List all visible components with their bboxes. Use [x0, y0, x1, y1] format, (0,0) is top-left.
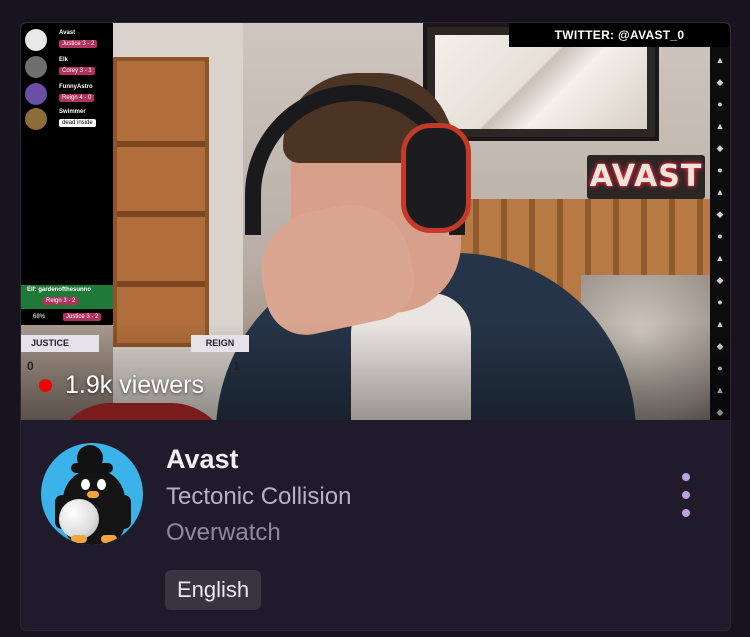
team-icon: ▲	[715, 121, 725, 131]
more-options-button[interactable]	[671, 471, 701, 521]
game-name[interactable]: Overwatch	[166, 519, 281, 547]
neon-sign: AVAST	[587, 155, 705, 199]
team-icon: ◆	[716, 143, 724, 153]
viewer-count: 1.9k viewers	[39, 371, 204, 400]
channel-avatar[interactable]	[41, 443, 143, 545]
headphones-earcup	[401, 123, 471, 233]
team-icon: ▲	[715, 55, 725, 65]
party-member-team: Reign 4 - 0	[59, 94, 95, 102]
bookshelf	[113, 57, 209, 347]
team-left-label: JUSTICE	[21, 335, 99, 352]
party-member-status: dead inside	[59, 119, 96, 127]
stream-overlay-party: Avast Justice 3 - 2 Elk Corey 3 - 1 Funn…	[21, 23, 113, 325]
penguin-belly	[59, 499, 99, 539]
team-right-score: 1	[233, 359, 240, 373]
team-icon: ◆	[716, 209, 724, 219]
party-member-name: FunnyAstro	[59, 84, 93, 90]
team-icon: ◆	[716, 77, 724, 87]
more-dot-icon	[682, 473, 690, 481]
team-icon: ▲	[715, 253, 725, 263]
party-member-team: Corey 3 - 1	[59, 67, 95, 75]
stream-title[interactable]: Tectonic Collision	[166, 483, 351, 511]
more-dot-icon	[682, 509, 690, 517]
channel-name[interactable]: Avast	[166, 444, 239, 475]
team-left-score: 0	[27, 359, 34, 373]
party-member-name: Elk	[59, 57, 69, 63]
party-avatar	[25, 83, 47, 105]
party-avatar	[25, 56, 47, 78]
twitter-banner: TWITTER: @AVAST_0	[509, 23, 730, 47]
more-dot-icon	[682, 491, 690, 499]
team-icon: ●	[717, 165, 723, 175]
stream-card[interactable]: AVAST Avast Justice 3 - 2 Elk Corey 3 - …	[20, 22, 731, 631]
party-member-name: Avast	[59, 30, 76, 36]
team-right-label: REIGN	[191, 335, 249, 352]
stream-thumbnail[interactable]: AVAST Avast Justice 3 - 2 Elk Corey 3 - …	[21, 23, 730, 420]
party-member-team: Justice 3 - 2	[59, 40, 98, 48]
elimination-team: Reign 3 - 2	[43, 297, 79, 305]
party-avatar	[25, 29, 47, 51]
live-indicator-icon	[39, 379, 52, 392]
elimination-text: Elf: gardenofthesunno	[27, 287, 91, 293]
party-avatar	[25, 108, 47, 130]
team-icon: ◆	[716, 275, 724, 285]
language-tag[interactable]: English	[165, 570, 262, 610]
party-member-name: Swimmer	[59, 109, 86, 115]
team-icon: ●	[717, 99, 723, 109]
team-icon: ●	[717, 231, 723, 241]
overlay-percent: 68%	[33, 314, 46, 320]
team-icon: ▲	[715, 187, 725, 197]
elimination-banner: Elf: gardenofthesunno Reign 3 - 2	[21, 285, 113, 309]
overlay-team: Justice 3 - 2	[63, 313, 102, 321]
team-icon: ●	[717, 297, 723, 307]
viewer-count-text: 1.9k viewers	[65, 371, 204, 399]
